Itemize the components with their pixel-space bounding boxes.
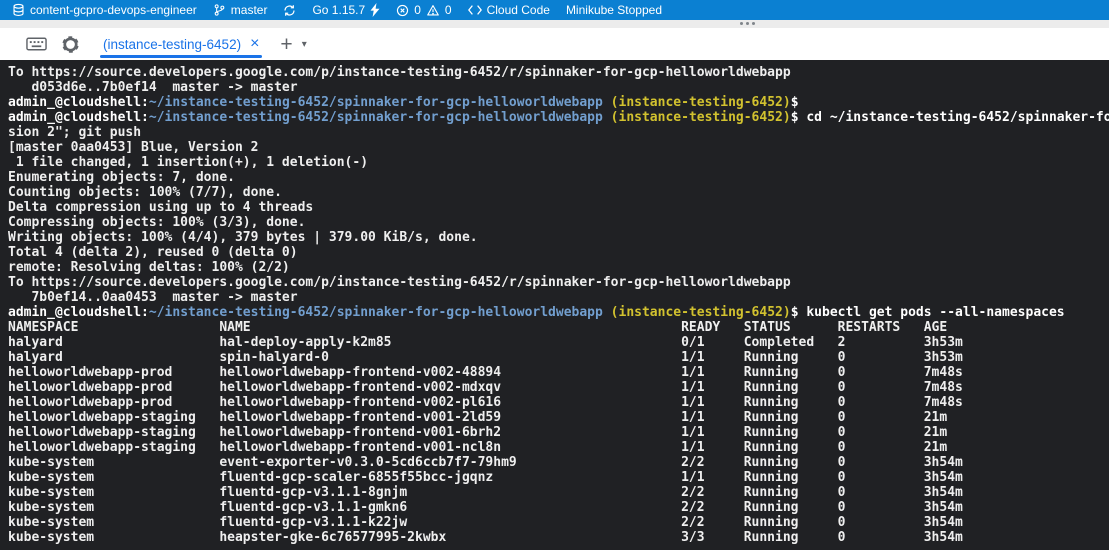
git-branch-button[interactable]: master <box>205 0 276 20</box>
minikube-status-button[interactable]: Minikube Stopped <box>558 0 670 20</box>
warning-count: 0 <box>445 3 452 17</box>
gear-icon <box>61 35 80 54</box>
panel-drag-handle[interactable] <box>740 22 755 25</box>
terminal-line: d053d6e..7b0ef14 master -> master <box>8 80 1109 95</box>
terminal-line: Total 4 (delta 2), reused 0 (delta 0) <box>8 245 1109 260</box>
project-button[interactable]: content-gcpro-devops-engineer <box>4 0 205 20</box>
terminal-line: kube-system fluentd-gcp-v3.1.1-gmkn6 2/2… <box>8 500 1109 515</box>
branch-label: master <box>231 3 268 17</box>
minikube-status-label: Minikube Stopped <box>566 3 662 17</box>
terminal-line: To https://source.developers.google.com/… <box>8 65 1109 80</box>
terminal-line: helloworldwebapp-prod helloworldwebapp-f… <box>8 395 1109 410</box>
terminal-line: sion 2"; git push <box>8 125 1109 140</box>
terminal-line: helloworldwebapp-prod helloworldwebapp-f… <box>8 380 1109 395</box>
cloud-code-label: Cloud Code <box>487 3 550 17</box>
terminal-line: halyard hal-deploy-apply-k2m85 0/1 Compl… <box>8 335 1109 350</box>
error-count: 0 <box>414 3 421 17</box>
terminal-line: kube-system fluentd-gcp-v3.1.1-8gnjm 2/2… <box>8 485 1109 500</box>
git-branch-icon <box>213 3 226 17</box>
tab-label: (instance-testing-6452) <box>103 37 241 52</box>
terminal-line: To https://source.developers.google.com/… <box>8 275 1109 290</box>
cloud-shell-window: content-gcpro-devops-engineer master Go … <box>0 0 1109 550</box>
keyboard-icon <box>26 36 47 52</box>
terminal-line: admin_@cloudshell:~/instance-testing-645… <box>8 305 1109 320</box>
lightning-icon <box>370 3 380 17</box>
code-brackets-icon <box>468 4 482 16</box>
terminal-line: halyard spin-halyard-0 1/1 Running 0 3h5… <box>8 350 1109 365</box>
go-version-button[interactable]: Go 1.15.7 <box>304 0 388 20</box>
terminal-line: helloworldwebapp-prod helloworldwebapp-f… <box>8 365 1109 380</box>
terminal-line: Delta compression using up to 4 threads <box>8 200 1109 215</box>
terminal-line: helloworldwebapp-staging helloworldwebap… <box>8 440 1109 455</box>
terminal-line: helloworldwebapp-staging helloworldwebap… <box>8 410 1109 425</box>
terminal-line: [master 0aa0453] Blue, Version 2 <box>8 140 1109 155</box>
tab-options-caret-icon[interactable]: ▾ <box>302 39 307 50</box>
keyboard-button[interactable] <box>26 36 47 52</box>
cloud-code-button[interactable]: Cloud Code <box>460 0 558 20</box>
terminal-output: To https://source.developers.google.com/… <box>8 65 1109 545</box>
warning-icon <box>426 4 440 17</box>
problems-button[interactable]: 0 0 <box>388 0 459 20</box>
status-bar: content-gcpro-devops-engineer master Go … <box>0 0 1109 20</box>
terminal-line: Writing objects: 100% (4/4), 379 bytes |… <box>8 230 1109 245</box>
terminal-line: 1 file changed, 1 insertion(+), 1 deleti… <box>8 155 1109 170</box>
database-icon <box>12 3 25 17</box>
terminal-line: 7b0ef14..0aa0453 master -> master <box>8 290 1109 305</box>
terminal-line: Counting objects: 100% (7/7), done. <box>8 185 1109 200</box>
tab-instance-testing-6452[interactable]: (instance-testing-6452) × <box>100 28 262 60</box>
tab-close-icon[interactable]: × <box>250 36 259 52</box>
go-version-label: Go 1.15.7 <box>312 3 365 17</box>
terminal-line: kube-system fluentd-gcp-v3.1.1-k22jw 2/2… <box>8 515 1109 530</box>
terminal-line: Compressing objects: 100% (3/3), done. <box>8 215 1109 230</box>
terminal-line: kube-system fluentd-gcp-scaler-6855f55bc… <box>8 470 1109 485</box>
sync-icon <box>283 4 296 17</box>
terminal-line: Enumerating objects: 7, done. <box>8 170 1109 185</box>
error-icon <box>396 4 409 17</box>
terminal[interactable]: To https://source.developers.google.com/… <box>0 60 1109 550</box>
terminal-line: kube-system event-exporter-v0.3.0-5cd6cc… <box>8 455 1109 470</box>
terminal-line: admin_@cloudshell:~/instance-testing-645… <box>8 110 1109 125</box>
new-tab-button[interactable]: + <box>280 34 292 55</box>
terminal-line: NAMESPACE NAME READY STATUS RESTARTS AGE <box>8 320 1109 335</box>
terminal-line: admin_@cloudshell:~/instance-testing-645… <box>8 95 1109 110</box>
sync-button[interactable] <box>275 0 304 20</box>
project-label: content-gcpro-devops-engineer <box>30 3 197 17</box>
terminal-settings-button[interactable] <box>61 35 80 54</box>
panel-resize-strip <box>0 20 1109 28</box>
terminal-line: helloworldwebapp-staging helloworldwebap… <box>8 425 1109 440</box>
terminal-tab-bar: (instance-testing-6452) × + ▾ <box>0 28 1109 60</box>
terminal-line: remote: Resolving deltas: 100% (2/2) <box>8 260 1109 275</box>
terminal-line: kube-system heapster-gke-6c76577995-2kwb… <box>8 530 1109 545</box>
